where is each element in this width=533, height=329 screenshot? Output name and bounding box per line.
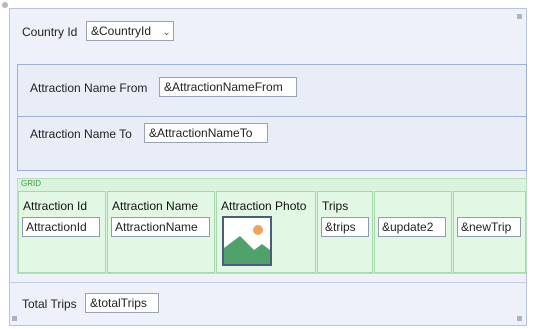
attraction-name-from-label: Attraction Name From [30, 81, 148, 95]
new-trip-cell[interactable]: &newTrip [457, 217, 521, 237]
chevron-down-icon: ⌄ [162, 27, 171, 38]
resize-handle[interactable] [517, 14, 522, 19]
country-id-label: Country Id [22, 25, 78, 39]
attraction-name-cell[interactable]: AttractionName [111, 217, 210, 237]
footer-divider [10, 282, 526, 283]
attraction-name-to-input[interactable]: &AttractionNameTo [144, 123, 268, 143]
image-placeholder-icon[interactable] [222, 216, 272, 266]
trips-cell[interactable]: &trips [321, 217, 369, 237]
corner-dot [2, 2, 8, 8]
total-trips-label: Total Trips [22, 297, 77, 311]
grid-header-trips: Trips [322, 199, 349, 213]
section-divider [17, 116, 527, 117]
grid-tag: GRID [21, 179, 41, 188]
resize-handle[interactable] [517, 316, 522, 321]
update2-cell[interactable]: &update2 [378, 217, 446, 237]
attraction-id-cell[interactable]: AttractionId [22, 217, 100, 237]
total-trips-field[interactable]: &totalTrips [85, 293, 159, 313]
resize-handle[interactable] [12, 316, 17, 321]
country-id-dropdown[interactable]: &CountryId ⌄ [86, 21, 174, 41]
grid-header-attraction-photo: Attraction Photo [221, 199, 307, 213]
country-id-value: &CountryId [91, 24, 152, 38]
grid-header-attraction-name: Attraction Name [112, 199, 199, 213]
attraction-name-from-input[interactable]: &AttractionNameFrom [159, 77, 297, 97]
attraction-name-to-label: Attraction Name To [30, 127, 132, 141]
grid-header-attraction-id: Attraction Id [23, 199, 88, 213]
